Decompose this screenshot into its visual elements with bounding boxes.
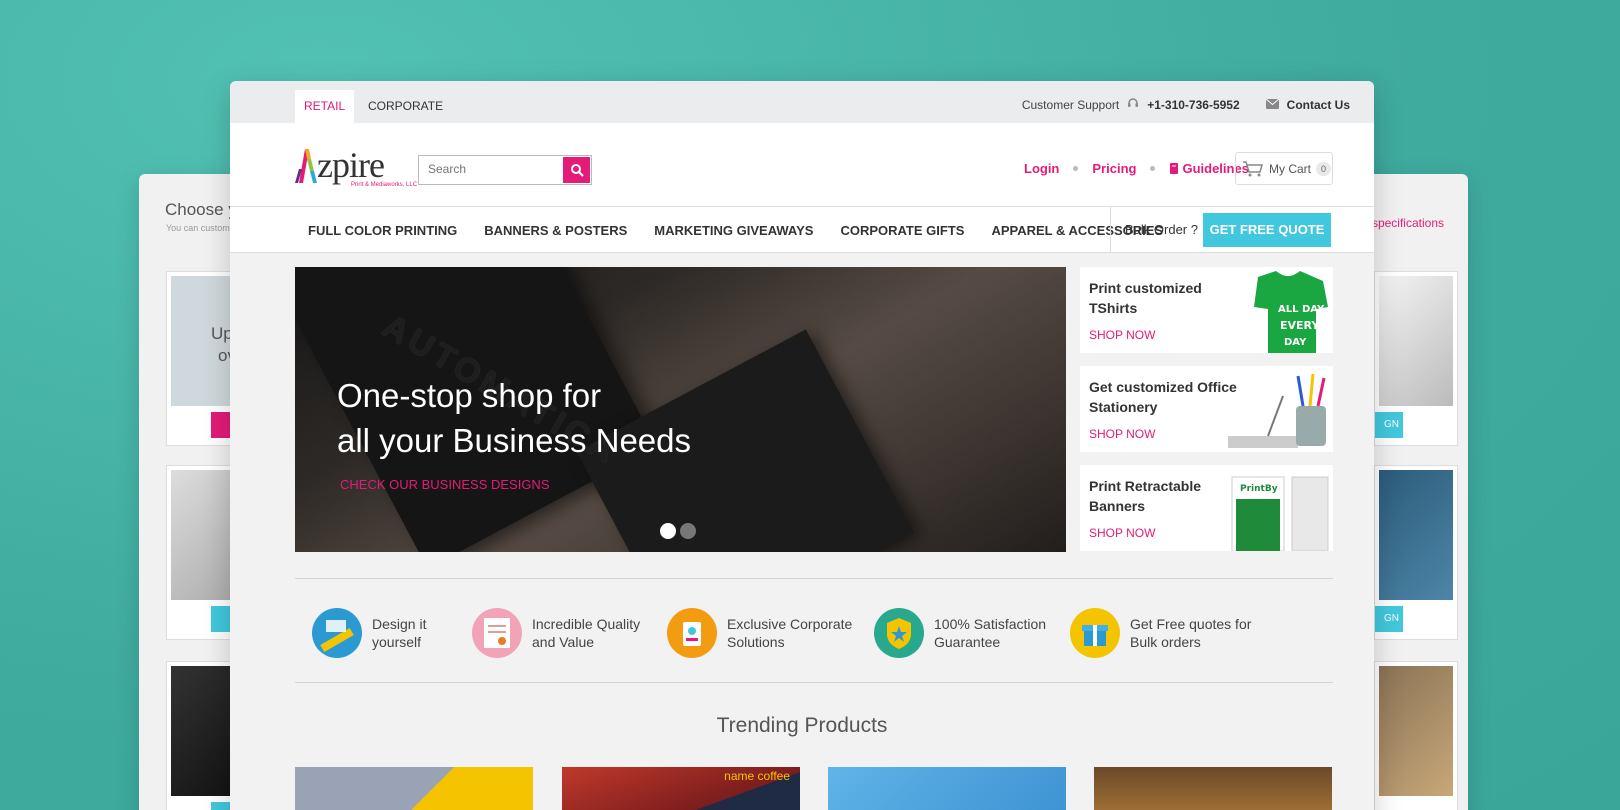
get-free-quote-button[interactable]: GET FREE QUOTE	[1203, 213, 1331, 247]
back-card-image	[1379, 276, 1453, 406]
specifications-link[interactable]: specifications	[1372, 216, 1444, 230]
design-ruler-icon	[312, 608, 362, 658]
promo-title: Print Retractable Banners	[1089, 478, 1202, 514]
gift-icon	[1070, 608, 1120, 658]
feature-label: 100% Satisfaction Guarantee	[934, 616, 1047, 650]
feature-corporate: Exclusive Corporate Solutions	[667, 608, 857, 658]
tshirt-text: DAY	[1284, 337, 1307, 348]
shop-now-link[interactable]: SHOP NOW	[1089, 328, 1155, 342]
feature-label: Design it yourself	[372, 616, 427, 650]
promo-stationery[interactable]: Get customized Office Stationery SHOP NO…	[1080, 366, 1333, 452]
stationery-image	[1228, 373, 1326, 448]
main-nav: FULL COLOR PRINTING BANNERS & POSTERS MA…	[230, 207, 1374, 253]
certificate-icon	[472, 608, 522, 658]
separator-dot	[1150, 166, 1156, 171]
product-text: name coffee	[724, 769, 790, 783]
back-card-image	[1379, 666, 1453, 796]
back-card-button[interactable]: GN	[1375, 606, 1403, 632]
support-phone[interactable]: +1-310-736-5952	[1147, 98, 1239, 112]
feature-label: Exclusive Corporate Solutions	[727, 616, 853, 650]
hero-slider[interactable]: AUTOMATICA One-stop shop for all your Bu…	[295, 267, 1066, 552]
header: zpire Print & Mediaworks, LLC Login Pric…	[230, 123, 1374, 207]
nav-marketing-giveaways[interactable]: MARKETING GIVEAWAYS	[654, 223, 813, 238]
nav-items: FULL COLOR PRINTING BANNERS & POSTERS MA…	[308, 223, 1163, 238]
cart-button[interactable]: My Cart 0	[1235, 152, 1333, 185]
logo-text: zpire	[317, 145, 385, 185]
back-card-image	[1379, 470, 1453, 600]
back-card	[1374, 661, 1458, 810]
shield-star-icon	[874, 608, 924, 658]
divider	[295, 682, 1333, 683]
search-input[interactable]	[428, 162, 558, 176]
slider-dots	[660, 523, 696, 539]
back-card-button[interactable]: GN	[1375, 412, 1403, 438]
promo-tshirts[interactable]: Print customized TShirts SHOP NOW ALL DA…	[1080, 267, 1333, 353]
feature-label: Get Free quotes for Bulk orders	[1130, 616, 1252, 650]
divider	[295, 578, 1333, 579]
banner-image: PrintBy	[1231, 476, 1329, 551]
support-bar: Customer Support +1-310-736-5952 Contact…	[1022, 97, 1350, 112]
search-box	[418, 155, 592, 185]
tshirt-text: ALL DAY	[1278, 304, 1325, 315]
id-badge-icon	[667, 608, 717, 658]
hero-headline: One-stop shop for all your Business Need…	[337, 373, 697, 463]
trending-product-2[interactable]: name coffee	[562, 767, 800, 810]
back-subtitle: You can custom	[166, 223, 230, 233]
tab-retail[interactable]: RETAIL	[295, 90, 355, 123]
cart-count-badge: 0	[1316, 161, 1332, 176]
promo-banners[interactable]: Print Retractable Banners SHOP NOW Print…	[1080, 465, 1333, 551]
shop-now-link[interactable]: SHOP NOW	[1089, 526, 1155, 540]
envelope-icon	[1265, 98, 1279, 112]
feature-quality: Incredible Quality and Value	[472, 608, 652, 658]
trending-product-1[interactable]	[295, 767, 533, 810]
logo[interactable]: zpire Print & Mediaworks, LLC	[295, 145, 417, 188]
trending-title: Trending Products	[716, 714, 888, 737]
top-bar: RETAIL CORPORATE Customer Support +1-310…	[230, 81, 1374, 123]
trending-product-3[interactable]	[828, 767, 1066, 810]
contact-us-link[interactable]: Contact Us	[1287, 98, 1350, 112]
hero-line-1: One-stop shop for	[337, 377, 602, 414]
slider-dot-1[interactable]	[660, 523, 676, 539]
header-links: Login Pricing Guidelines	[1024, 161, 1249, 176]
hero-cta-link[interactable]: CHECK OUR BUSINESS DESIGNS	[340, 477, 550, 492]
banner-brand-text: PrintBy	[1240, 484, 1278, 494]
slider-dot-2[interactable]	[680, 523, 696, 539]
headset-icon	[1127, 97, 1139, 112]
feature-strip: Design it yourself Incredible Quality an…	[312, 608, 1342, 660]
tshirt-image: ALL DAY EVERY DAY	[1254, 271, 1328, 353]
back-title: Choose y	[165, 200, 237, 219]
trending-product-4[interactable]	[1094, 767, 1332, 810]
feature-label: Incredible Quality and Value	[532, 616, 641, 650]
nav-full-color-printing[interactable]: FULL COLOR PRINTING	[308, 223, 457, 238]
hero-line-2: all your Business Needs	[337, 422, 692, 459]
feature-design: Design it yourself	[312, 608, 442, 658]
logo-tagline: Print & Mediaworks, LLC	[351, 182, 418, 188]
feature-quotes: Get Free quotes for Bulk orders	[1070, 608, 1255, 658]
search-button[interactable]	[563, 157, 590, 183]
promo-title: Get customized Office Stationery	[1089, 379, 1237, 415]
separator-dot	[1073, 166, 1079, 171]
back-card: GN	[1374, 271, 1458, 446]
cart-icon	[1243, 160, 1263, 176]
login-link[interactable]: Login	[1024, 161, 1059, 176]
tshirt-text: EVERY	[1280, 319, 1320, 332]
cart-label: My Cart	[1269, 161, 1311, 176]
tab-corporate[interactable]: CORPORATE	[359, 90, 452, 123]
shop-now-link[interactable]: SHOP NOW	[1089, 427, 1155, 441]
main-window: RETAIL CORPORATE Customer Support +1-310…	[230, 81, 1374, 810]
bulk-order-label: Bulk Order ?	[1110, 207, 1198, 253]
feature-satisfaction: 100% Satisfaction Guarantee	[874, 608, 1054, 658]
search-icon	[570, 164, 584, 177]
nav-corporate-gifts[interactable]: CORPORATE GIFTS	[840, 223, 964, 238]
back-card: GN	[1374, 465, 1458, 640]
nav-banners-posters[interactable]: BANNERS & POSTERS	[484, 223, 627, 238]
book-icon	[1170, 162, 1179, 174]
promo-title: Print customized TShirts	[1089, 280, 1202, 316]
support-label: Customer Support	[1021, 97, 1120, 112]
pricing-link[interactable]: Pricing	[1092, 161, 1136, 176]
